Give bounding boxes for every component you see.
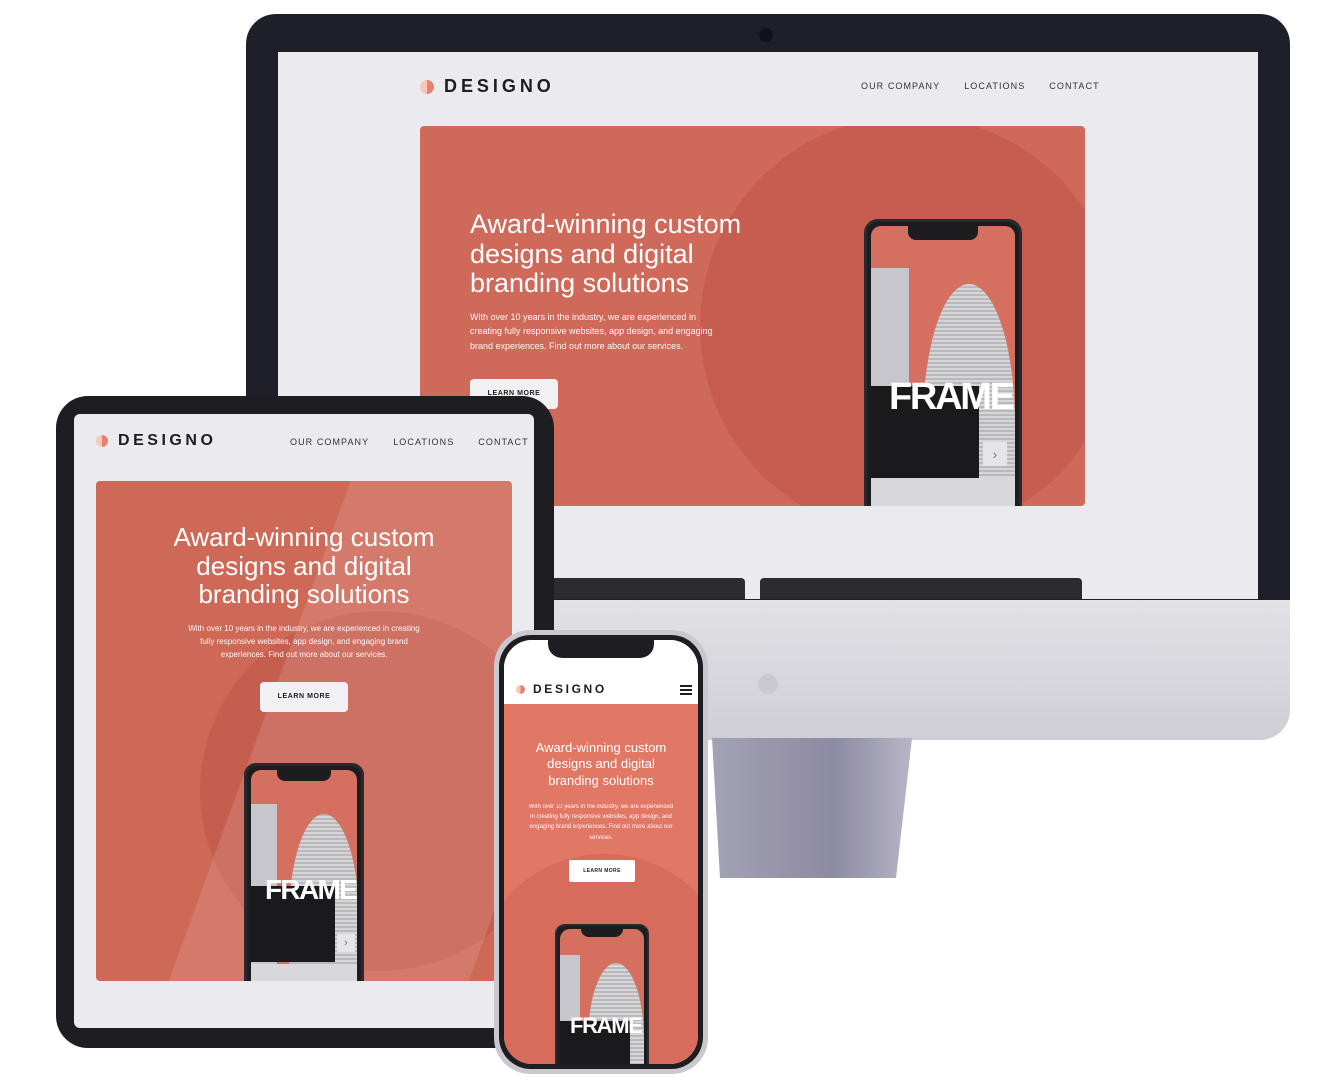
tablet-nav: OUR COMPANY LOCATIONS CONTACT — [290, 437, 529, 447]
mockup-notch — [908, 226, 978, 240]
nav-locations[interactable]: LOCATIONS — [964, 81, 1025, 91]
hero-title-line: Award-winning custom — [173, 522, 435, 552]
mockup-screen: FRAME › — [251, 770, 357, 981]
hero-title: Award-winning custom designs and digital… — [96, 523, 512, 609]
hero-title-line: branding solutions — [470, 268, 690, 299]
hero-phone-mockup: FRAME › — [244, 763, 364, 981]
hero-phone-mockup: FRAME — [555, 924, 649, 1064]
mockup-screen: FRAME › — [871, 226, 1015, 506]
mockup-notch — [277, 770, 331, 781]
logo-text: DESIGNO — [533, 682, 607, 696]
hero-section: Award-winning custom designs and digital… — [96, 481, 512, 981]
designo-logo[interactable]: DESIGNO — [420, 76, 555, 97]
hamburger-menu-icon[interactable] — [680, 685, 692, 695]
learn-more-button[interactable]: LEARN MORE — [569, 860, 635, 882]
hero-description-line: creating fully responsive websites, app … — [470, 326, 713, 337]
designo-logo-icon — [516, 684, 525, 694]
phone-screen: DESIGNO Award-winning custom designs and… — [504, 640, 698, 1064]
designo-logo[interactable]: DESIGNO — [516, 682, 607, 696]
project-card[interactable] — [760, 578, 1082, 599]
hero-section: Award-winning custom designs and digital… — [504, 704, 698, 1064]
designo-logo[interactable]: DESIGNO — [96, 432, 216, 450]
mockup-shelf — [871, 478, 1015, 506]
hero-description-line: experiences. Find out more about our ser… — [220, 649, 388, 659]
hero-description-line: engaging brand experiences. Find out mor… — [529, 824, 673, 831]
hero-description-line: With over 10 years in the industry, we a… — [188, 624, 420, 633]
nav-contact[interactable]: CONTACT — [478, 437, 528, 447]
hero-title-line: designs and digital — [470, 238, 694, 269]
desktop-nav: OUR COMPANY LOCATIONS CONTACT — [861, 81, 1100, 91]
hero-description: With over 10 years in the industry, we a… — [470, 310, 713, 353]
apple-logo-icon: ● — [754, 655, 782, 707]
nav-our-company[interactable]: OUR COMPANY — [290, 437, 369, 447]
hero-description: With over 10 years in the industry, we a… — [96, 623, 512, 661]
learn-more-button[interactable]: LEARN MORE — [260, 682, 348, 712]
hero-description-line: brand experiences. Find out more about o… — [470, 340, 684, 351]
frame-word: FRAME — [889, 376, 1015, 418]
hero-phone-mockup: FRAME › — [864, 219, 1022, 506]
hero-description: With over 10 years in the industry, we a… — [504, 802, 698, 843]
nav-contact[interactable]: CONTACT — [1049, 81, 1099, 91]
hero-title-line: branding solutions — [548, 772, 654, 788]
phone-notch — [548, 640, 654, 658]
hero-description-line: fully responsive websites, app design, a… — [200, 636, 408, 646]
hero-description-line: With over 10 years in the industry, we a… — [528, 804, 674, 810]
hero-description-line: services. — [589, 834, 613, 841]
chevron-right-icon[interactable]: › — [983, 442, 1007, 466]
mockup-shelf — [251, 964, 357, 981]
hero-title-line: designs and digital — [196, 550, 412, 581]
designo-logo-icon — [420, 79, 434, 94]
hero-title-line: designs and digital — [547, 756, 655, 772]
logo-text: DESIGNO — [444, 76, 555, 96]
hero-title-line: Award-winning custom — [470, 209, 742, 239]
hero-title-line: Award-winning custom — [535, 740, 667, 755]
frame-word: FRAME — [265, 874, 357, 905]
tablet-screen: DESIGNO OUR COMPANY LOCATIONS CONTACT Aw… — [74, 414, 534, 1028]
imac-stand — [712, 738, 912, 878]
frame-word: FRAME — [570, 1013, 643, 1038]
designo-logo-icon — [96, 435, 108, 447]
mockup-notch — [581, 929, 623, 937]
hero-title-line: branding solutions — [198, 579, 410, 610]
nav-locations[interactable]: LOCATIONS — [393, 437, 454, 447]
logo-text: DESIGNO — [118, 432, 217, 449]
chevron-right-icon[interactable]: › — [337, 934, 355, 952]
mockup-screen: FRAME — [560, 929, 644, 1064]
hero-title: Award-winning custom designs and digital… — [504, 740, 698, 789]
camera-icon — [759, 28, 773, 42]
hero-description-line: in creating fully responsive websites, a… — [530, 814, 672, 821]
nav-our-company[interactable]: OUR COMPANY — [861, 81, 940, 91]
hero-title: Award-winning custom designs and digital… — [470, 209, 742, 299]
hero-description-line: With over 10 years in the industry, we a… — [470, 312, 696, 322]
